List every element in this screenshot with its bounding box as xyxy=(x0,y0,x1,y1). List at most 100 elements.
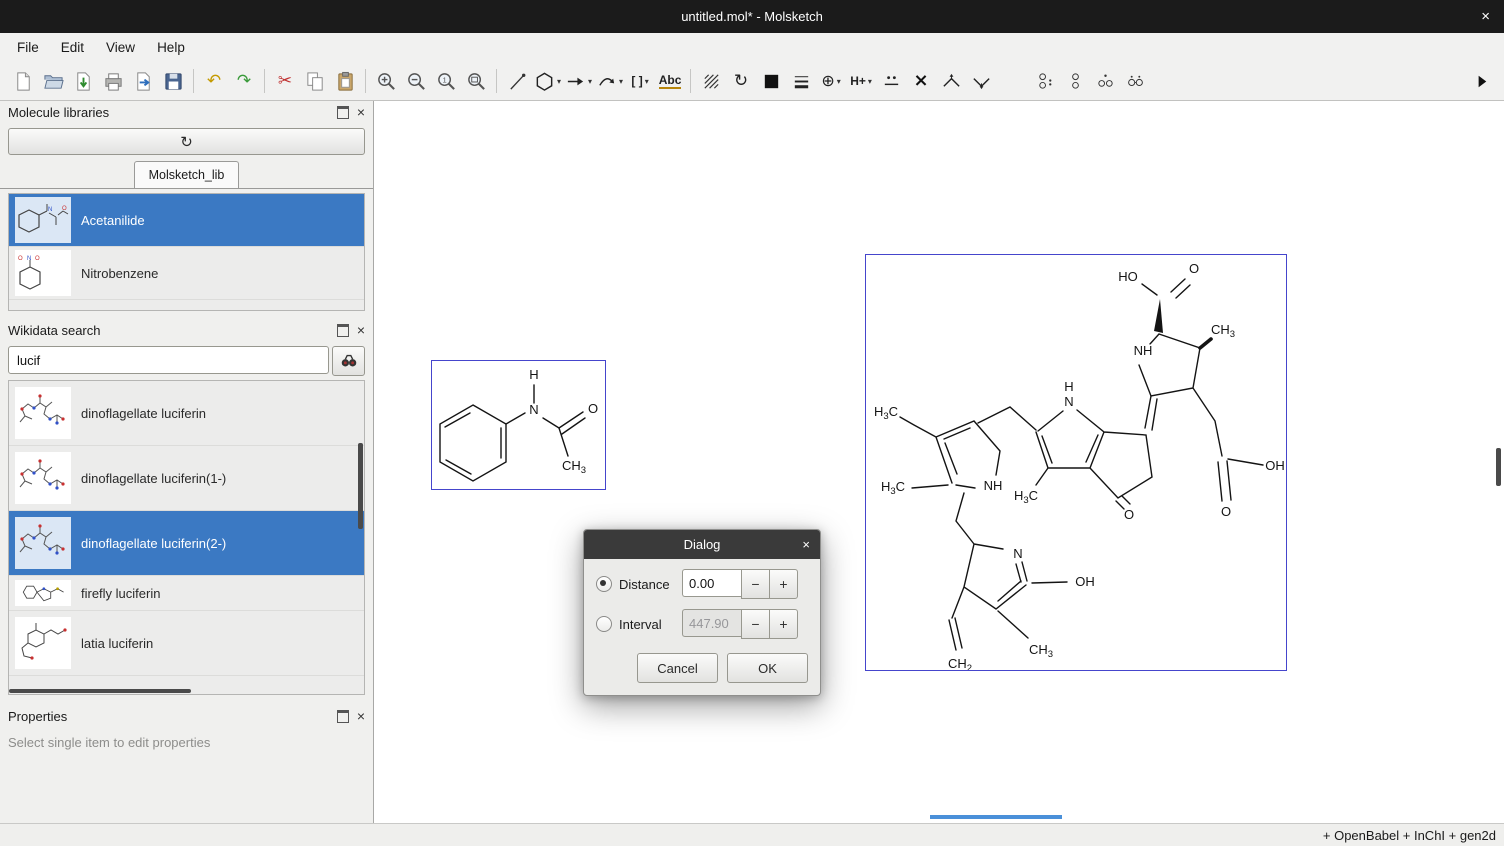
svg-text:O: O xyxy=(35,256,40,262)
ring-button[interactable]: ▾ xyxy=(532,67,563,95)
smiles-button[interactable] xyxy=(1030,67,1060,95)
redo-button[interactable]: ↷ xyxy=(229,67,259,95)
wikidata-item-0[interactable]: dinoflagellate luciferin xyxy=(9,381,364,446)
undo-button[interactable]: ↶ xyxy=(199,67,229,95)
structure-search-button[interactable] xyxy=(1090,67,1120,95)
selected-molecule-acetanilide[interactable]: HNOCH3 xyxy=(431,360,606,490)
rotate-icon: ↻ xyxy=(734,73,748,90)
wedge-down-button[interactable] xyxy=(966,67,996,95)
distance-value-input[interactable] xyxy=(682,569,741,597)
canvas-horizontal-scrollbar-thumb[interactable] xyxy=(930,815,1062,819)
import-button[interactable] xyxy=(68,67,98,95)
close-panel-icon[interactable]: × xyxy=(357,105,365,119)
dropdown-arrow-icon[interactable]: ▾ xyxy=(588,77,592,86)
library-item-nitrobenzene[interactable]: NOO Nitrobenzene xyxy=(9,247,364,300)
drawing-canvas[interactable]: HNOCH3 HOOCH3NHH3CHNH3CNHH3COOHONOHCH3CH… xyxy=(374,101,1504,823)
draw-button[interactable] xyxy=(502,67,532,95)
reaction-arrow-button[interactable]: ▾ xyxy=(563,67,594,95)
vertical-scrollbar-thumb[interactable] xyxy=(358,443,363,529)
wikidata-search-button[interactable] xyxy=(332,346,365,376)
dialog-close-button[interactable]: × xyxy=(802,538,810,551)
properties-message: Select single item to edit properties xyxy=(0,727,373,823)
color-button[interactable] xyxy=(756,67,786,95)
text-button[interactable]: Abc xyxy=(655,67,685,95)
wikidata-search-input[interactable] xyxy=(8,346,329,374)
dropdown-arrow-icon[interactable]: ▾ xyxy=(557,77,561,86)
wedge-up-button[interactable] xyxy=(936,67,966,95)
save-button[interactable] xyxy=(158,67,188,95)
reaction-arrow-icon xyxy=(565,71,586,92)
export-button[interactable] xyxy=(128,67,158,95)
export-icon xyxy=(133,71,154,92)
dropdown-arrow-icon[interactable]: ▾ xyxy=(837,77,841,86)
preview-button[interactable] xyxy=(1120,67,1150,95)
print-button[interactable] xyxy=(98,67,128,95)
interval-increment-button[interactable]: + xyxy=(769,609,798,639)
library-item-acetanilide[interactable]: NO Acetanilide xyxy=(9,194,364,247)
zoom-fit-button[interactable] xyxy=(461,67,491,95)
horizontal-scrollbar-thumb[interactable] xyxy=(9,689,191,693)
open-button[interactable] xyxy=(38,67,68,95)
more-toolbars-button[interactable] xyxy=(1466,67,1496,95)
close-panel-icon[interactable]: × xyxy=(357,323,365,337)
close-panel-icon[interactable]: × xyxy=(357,709,365,723)
interval-decrement-button[interactable]: − xyxy=(741,609,769,639)
canvas-vertical-scrollbar-thumb[interactable] xyxy=(1496,448,1501,486)
dropdown-arrow-icon[interactable]: ▾ xyxy=(619,77,623,86)
selected-molecule-luciferin[interactable]: HOOCH3NHH3CHNH3CNHH3COOHONOHCH3CH2 xyxy=(865,254,1287,671)
open-icon xyxy=(43,71,64,92)
refresh-libraries-button[interactable]: ↻ xyxy=(8,128,365,155)
zoom-original-button[interactable]: 1 xyxy=(431,67,461,95)
distance-increment-button[interactable]: + xyxy=(769,569,798,599)
hydrogen-button[interactable]: H+▾ xyxy=(846,67,876,95)
interval-value-input[interactable] xyxy=(682,609,741,637)
electron-button[interactable] xyxy=(876,67,906,95)
ring-icon xyxy=(534,71,555,92)
hatch-button[interactable] xyxy=(696,67,726,95)
distance-label[interactable]: Distance xyxy=(619,577,675,592)
paste-button[interactable] xyxy=(330,67,360,95)
dropdown-arrow-icon[interactable]: ▾ xyxy=(645,77,649,86)
delete-button[interactable]: × xyxy=(906,67,936,95)
distance-decrement-button[interactable]: − xyxy=(741,569,769,599)
distance-radio[interactable] xyxy=(596,576,612,592)
ok-button[interactable]: OK xyxy=(727,653,808,683)
svg-text:HO: HO xyxy=(1118,269,1138,284)
new-button[interactable] xyxy=(8,67,38,95)
molecule-thumbnail xyxy=(15,580,71,606)
wikidata-item-3[interactable]: firefly luciferin xyxy=(9,576,364,611)
menu-view[interactable]: View xyxy=(95,35,146,60)
wikidata-item-4[interactable]: latia luciferin xyxy=(9,611,364,676)
optimize-button[interactable] xyxy=(1060,67,1090,95)
copy-button[interactable] xyxy=(300,67,330,95)
menu-edit[interactable]: Edit xyxy=(50,35,95,60)
dialog-titlebar[interactable]: Dialog × xyxy=(584,530,820,559)
properties-panel: Properties × Select single item to edit … xyxy=(0,705,373,823)
window-close-button[interactable]: × xyxy=(1481,8,1490,25)
interval-radio[interactable] xyxy=(596,616,612,632)
rotate-button[interactable]: ↻ xyxy=(726,67,756,95)
interval-label[interactable]: Interval xyxy=(619,617,675,632)
dropdown-arrow-icon[interactable]: ▾ xyxy=(868,77,872,86)
mechanism-arrow-button[interactable]: ▾ xyxy=(594,67,625,95)
float-panel-icon[interactable] xyxy=(337,324,349,337)
cancel-button[interactable]: Cancel xyxy=(637,653,718,683)
zoom-in-button[interactable] xyxy=(371,67,401,95)
wikidata-item-1[interactable]: dinoflagellate luciferin(1-) xyxy=(9,446,364,511)
luciferin-structure: HOOCH3NHH3CHNH3CNHH3COOHONOHCH3CH2 xyxy=(866,255,1286,670)
wikidata-item-2[interactable]: dinoflagellate luciferin(2-) xyxy=(9,511,364,576)
cut-button[interactable]: ✂ xyxy=(270,67,300,95)
refresh-icon: ↻ xyxy=(180,133,193,151)
bracket-button[interactable]: [ ]▾ xyxy=(625,67,655,95)
float-panel-icon[interactable] xyxy=(337,106,349,119)
more-toolbars-icon xyxy=(1471,71,1492,92)
smiles-icon xyxy=(1035,71,1056,92)
menu-file[interactable]: File xyxy=(6,35,50,60)
float-panel-icon[interactable] xyxy=(337,710,349,723)
charge-button[interactable]: ⊕▾ xyxy=(816,67,846,95)
panel-title: Properties xyxy=(8,709,329,724)
menu-help[interactable]: Help xyxy=(146,35,196,60)
line-width-button[interactable] xyxy=(786,67,816,95)
zoom-out-button[interactable] xyxy=(401,67,431,95)
tab-molsketch-lib[interactable]: Molsketch_lib xyxy=(134,161,240,188)
